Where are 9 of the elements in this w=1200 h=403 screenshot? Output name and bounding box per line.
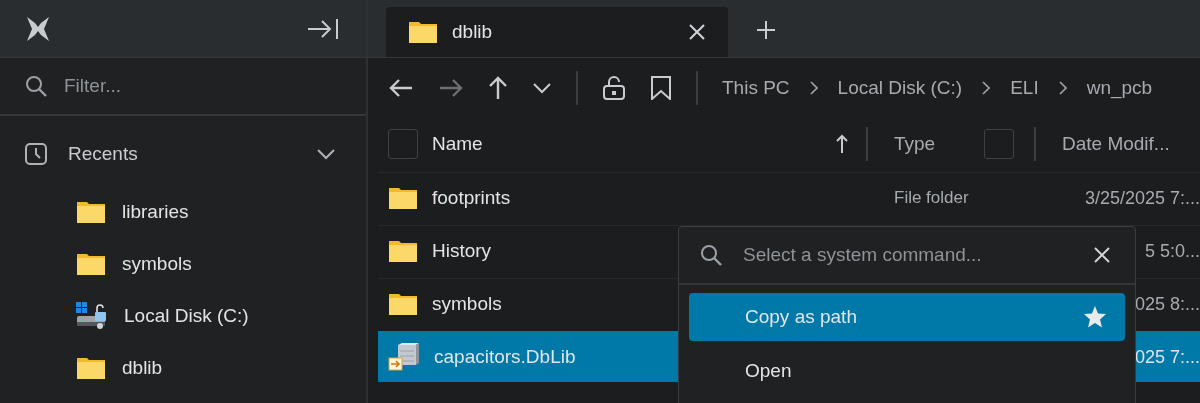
date-modified: 3/25/2025 7:... — [1084, 187, 1200, 209]
file-name: footprints — [432, 187, 511, 209]
file-type: File folder — [894, 188, 969, 208]
file-name: capacitors.DbLib — [434, 346, 576, 368]
file-name: symbols — [432, 293, 502, 315]
date-modified: 025 8:... — [1134, 293, 1200, 315]
date-modified: 025 7:... — [1134, 346, 1200, 368]
date-modified: 5 5:0... — [1144, 240, 1200, 262]
file-name: History — [432, 240, 492, 262]
